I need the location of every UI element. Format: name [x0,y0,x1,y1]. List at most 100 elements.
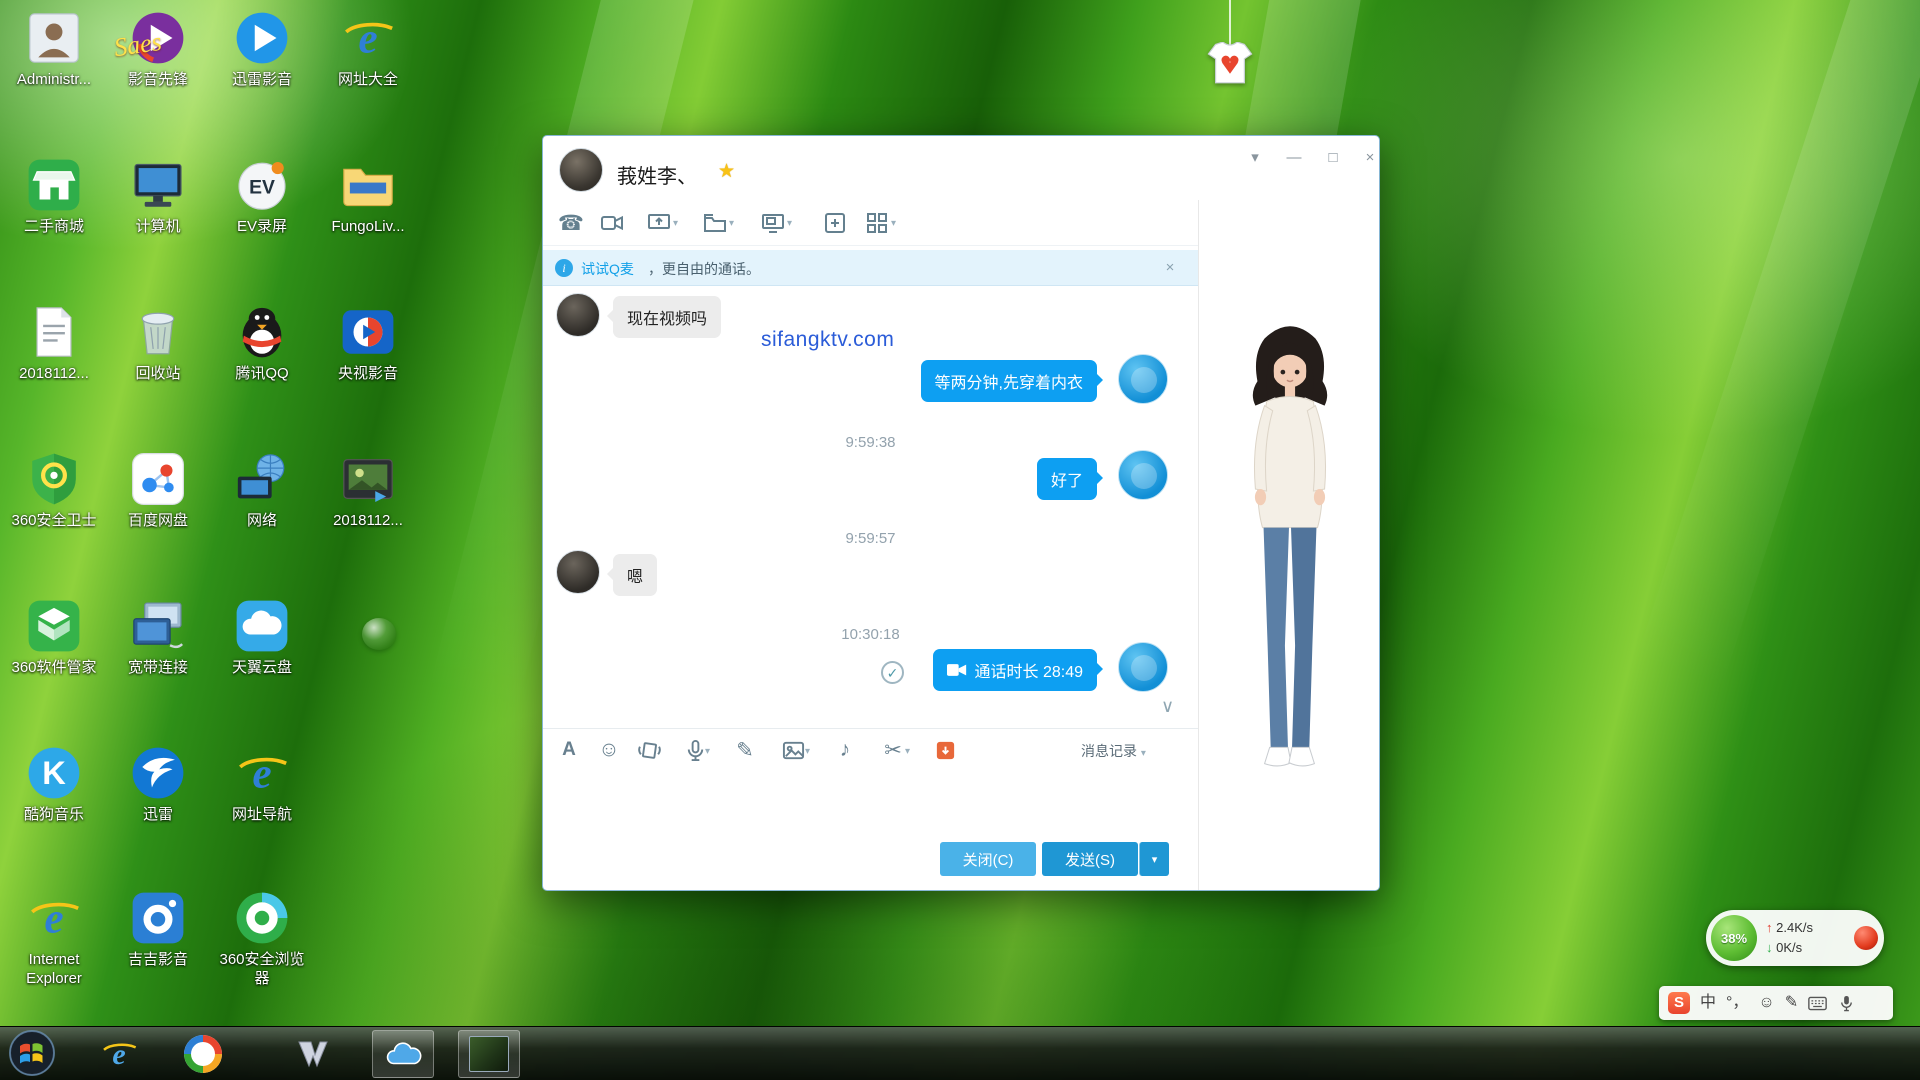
desktop-icon-recycle-bin[interactable]: 回收站 [106,302,210,384]
ime-mic-icon[interactable] [1837,995,1856,1012]
emoji-icon[interactable]: ☺ [595,736,623,764]
kugou-icon: K [24,743,84,803]
music-icon[interactable]: ♪ [831,736,859,764]
net-speed-text: ↑ 2.4K/s ↓ 0K/s [1766,918,1813,958]
dropdown-icon[interactable]: ▾ [905,746,910,757]
message-text: 等两分钟,先穿着内衣 [935,375,1083,392]
desktop-icon-label: 回收站 [106,365,210,384]
desktop-icon-360-software[interactable]: 360软件管家 [2,596,106,678]
desktop-icon-computer[interactable]: 计算机 [106,155,210,237]
send-image-icon[interactable] [779,736,807,764]
desktop-icon-baidu-netdisk[interactable]: 百度网盘 [106,449,210,531]
net-speed-widget[interactable]: 38% ↑ 2.4K/s ↓ 0K/s [1706,910,1884,966]
desktop-icon-broadband[interactable]: 宽带连接 [106,596,210,678]
desktop-icon-cbox[interactable]: 央视影音 [316,302,420,384]
svg-text:e: e [358,15,377,63]
close-chat-button[interactable]: 关闭(C) [940,842,1036,876]
desktop-icon-label: 二手商城 [2,218,106,237]
dropdown-icon[interactable]: ▾ [787,218,792,229]
desktop-icon-360-safe[interactable]: 360安全卫士 [2,449,106,531]
taskbar-media-icon[interactable] [293,1034,333,1074]
window-menu-icon[interactable]: ▾ [1239,146,1271,170]
taskbar-active-window[interactable] [458,1030,520,1078]
desktop-icon-label: 央视影音 [316,365,420,384]
window-shake-icon[interactable] [635,736,663,764]
desktop-icon-tianyi-cloud[interactable]: 天翼云盘 [210,596,314,678]
taskbar-ie-icon[interactable]: e [99,1034,139,1074]
screen-share-icon[interactable] [645,210,673,236]
desktop-icon-jiji-player[interactable]: 吉吉影音 [106,888,210,970]
ime-punctuation-icon[interactable]: °， [1726,995,1748,1011]
desktop-icon-network[interactable]: 网络 [210,449,314,531]
dropdown-icon[interactable]: ▾ [805,746,810,757]
taskbar-cloud-app[interactable] [372,1030,434,1078]
cloud-icon [232,596,292,656]
desktop-icon-internet-explorer[interactable]: e Internet Explorer [2,888,106,989]
message-history-button[interactable]: 消息记录 ▾ [1081,741,1146,761]
desktop-icon-tencent-qq[interactable]: 腾讯QQ [210,302,314,384]
screenshot-scissors-icon[interactable]: ✂ [879,736,907,764]
font-style-icon[interactable]: A [555,736,583,764]
ime-pen-icon[interactable]: ✎ [1785,995,1798,1011]
self-message-avatar[interactable] [1118,642,1168,692]
file-transfer-tool-icon[interactable] [931,736,959,764]
desktop-icon-video-file[interactable]: 2018112... [316,449,420,531]
desktop-icon-label: 2018112... [2,365,106,384]
peer-message-avatar[interactable] [556,550,600,594]
desktop-icon-fungolive-folder[interactable]: FungoLiv... [316,155,420,237]
send-options-icon[interactable]: ▾ [1139,842,1169,876]
dropdown-icon[interactable]: ▾ [729,218,734,229]
video-call-icon[interactable] [598,210,626,236]
peer-message-avatar[interactable] [556,293,600,337]
call-message-bubble[interactable]: 通话时长 28:49 [933,649,1098,691]
dropdown-icon[interactable]: ▾ [673,218,678,229]
dropdown-icon[interactable]: ▾ [891,218,896,229]
desktop-icon-yingyin-xianfeng[interactable]: Saes 影音先锋 [106,8,210,90]
tshirt-widget[interactable] [1206,42,1254,84]
accelerator-ball-icon[interactable] [1854,926,1878,950]
video-camera-icon [947,662,967,678]
desktop-icon-kugou[interactable]: K 酷狗音乐 [2,743,106,825]
send-button[interactable]: 发送(S) [1042,842,1138,876]
desktop-icon-document[interactable]: 2018112... [2,302,106,384]
minimize-icon[interactable]: — [1278,146,1310,170]
svg-text:K: K [42,754,66,791]
start-button[interactable] [8,1029,56,1077]
desktop-icon-ev-recorder[interactable]: EV EV录屏 [210,155,314,237]
sogou-logo-icon[interactable]: S [1668,992,1690,1014]
desktop-icon-wangzhi-daquan[interactable]: e 网址大全 [316,8,420,90]
chat-title: 莪姓李、 [617,160,697,189]
voice-call-icon[interactable]: ☎ [557,210,585,236]
desktop-icon-label: 360安全浏览器 [210,951,314,989]
desktop-icon-ershou-shangcheng[interactable]: 二手商城 [2,155,106,237]
memory-ball[interactable]: 38% [1711,915,1757,961]
self-message-avatar[interactable] [1118,354,1168,404]
peer-profile-avatar[interactable] [559,148,603,192]
ime-language-toggle[interactable]: 中 [1700,995,1716,1011]
dropdown-icon[interactable]: ▾ [705,746,710,757]
grass-highlight [1532,0,1920,1007]
notice-close-icon[interactable]: × [1159,257,1181,279]
remote-desktop-icon[interactable] [759,210,787,236]
desktop-icon-xunlei[interactable]: 迅雷 [106,743,210,825]
scroll-down-icon[interactable]: ∨ [1161,696,1174,717]
close-icon[interactable]: × [1354,146,1380,170]
qmic-link[interactable]: 试试Q麦 [581,259,634,279]
desktop-icon-360-browser[interactable]: 360安全浏览器 [210,888,314,989]
desktop-icon-administrator[interactable]: Administr... [2,8,106,90]
apps-grid-icon[interactable] [863,210,891,236]
desktop-icon-xunlei-player[interactable]: 迅雷影音 [210,8,314,90]
notice-bar: i 试试Q麦 ，更自由的通话。 × [543,250,1198,286]
qq-show-character[interactable] [1231,308,1349,786]
send-file-icon[interactable] [701,210,729,236]
ime-emoji-icon[interactable]: ☺ [1758,995,1774,1011]
handwriting-pen-icon[interactable]: ✎ [731,736,759,764]
maximize-icon[interactable]: □ [1317,146,1349,170]
self-message-avatar[interactable] [1118,450,1168,500]
create-group-icon[interactable] [821,210,849,236]
taskbar-sogou-icon[interactable] [183,1034,223,1074]
ime-keyboard-icon[interactable] [1808,995,1827,1012]
desktop-icon-wangzhi-daohang[interactable]: e 网址导航 [210,743,314,825]
ie-icon: e [338,8,398,68]
message-bubble: 现在视频吗 [613,296,721,338]
